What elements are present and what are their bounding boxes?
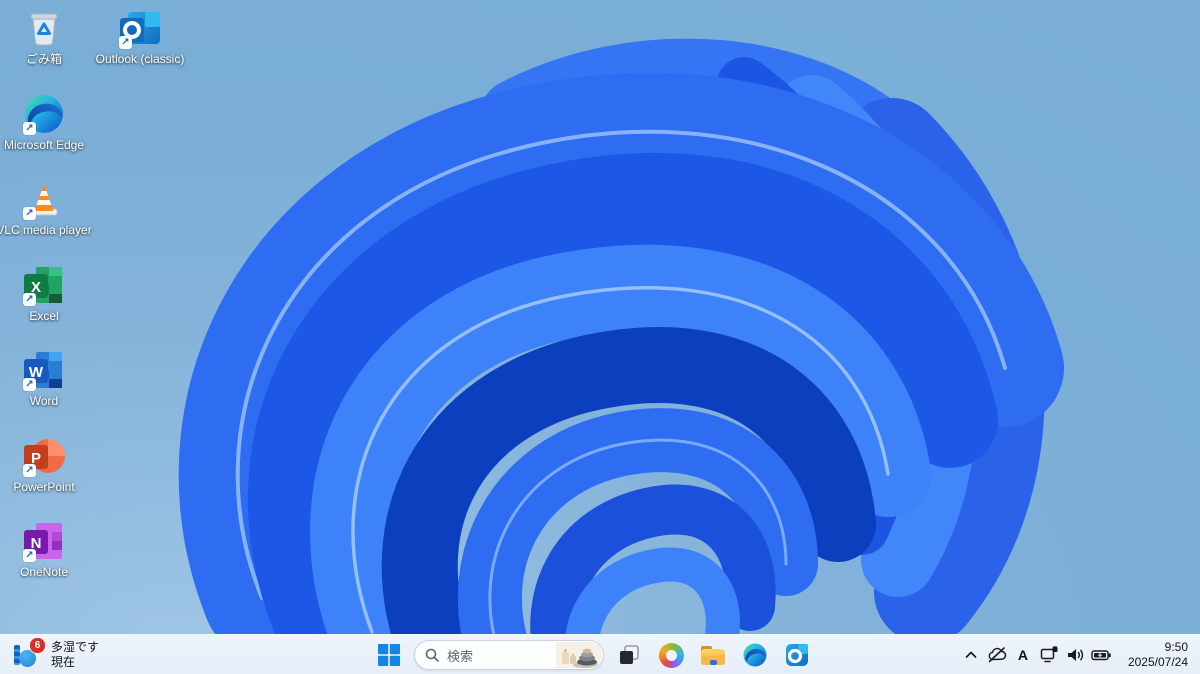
ethernet-network-icon [1040,646,1058,663]
edge-icon: ↗ [22,92,66,136]
desktop-icon-recycle-bin[interactable]: ごみ箱 [6,6,82,66]
battery-tray-button[interactable] [1088,635,1114,674]
shortcut-arrow-icon: ↗ [23,207,36,220]
widgets-weather-button[interactable]: 6 多湿です 現在 [0,635,111,674]
desktop: ごみ箱 ↗ Outlook (classic) ↗ Microsoft Edge… [0,0,1200,674]
file-explorer-icon [701,646,725,665]
desktop-icon-label: OneNote [19,565,69,579]
desktop-icon-onenote[interactable]: N ↗ OneNote [6,519,82,579]
outlook-taskbar-button[interactable] [780,638,814,672]
wallpaper-bloom-flower [178,38,1064,674]
powerpoint-icon: P ↗ [22,434,66,478]
desktop-icon-powerpoint[interactable]: P ↗ PowerPoint [6,434,82,494]
shortcut-arrow-icon: ↗ [23,122,36,135]
desktop-icon-label: Microsoft Edge [3,138,85,152]
word-icon: W ↗ [22,348,66,392]
weather-time-label: 現在 [51,655,76,669]
tray-date: 2025/07/24 [1127,655,1188,669]
hidden-icons-chevron[interactable] [958,635,984,674]
ime-mode-label: A [1017,647,1028,663]
weather-condition: 多湿です [51,640,100,654]
edge-icon [743,643,767,667]
windows-logo-icon [378,644,400,666]
taskbar-center: 検索 [372,637,814,673]
network-tray-button[interactable] [1036,635,1062,674]
tray-time: 9:50 [1164,640,1188,654]
vlc-icon: ↗ [22,177,66,221]
shortcut-arrow-icon: ↗ [119,36,132,49]
copilot-icon [658,642,684,668]
ime-mode-button[interactable]: A [1010,635,1036,674]
desktop-icon-outlook-classic[interactable]: ↗ Outlook (classic) [96,6,184,66]
desktop-icon-label: Excel [29,309,59,323]
excel-icon: X ↗ [22,263,66,307]
humidity-weather-icon: 6 [14,637,46,670]
file-explorer-button[interactable] [696,638,730,672]
onenote-icon: N ↗ [22,519,66,563]
search-highlight-image[interactable] [556,642,602,668]
speaker-icon [1067,649,1083,661]
search-box[interactable]: 検索 [414,640,604,670]
desktop-icon-word[interactable]: W ↗ Word [6,348,82,408]
search-icon [425,648,439,662]
volume-tray-button[interactable] [1062,635,1088,674]
recycle-bin-icon [22,6,66,50]
desktop-icon-label: Word [29,394,59,408]
weather-text: 多湿です 現在 [51,640,99,670]
desktop-icon-label: PowerPoint [13,480,75,494]
shortcut-arrow-icon: ↗ [23,549,36,562]
desktop-icon-microsoft-edge[interactable]: ↗ Microsoft Edge [3,92,85,152]
task-view-icon [620,645,639,664]
shortcut-arrow-icon: ↗ [23,378,36,391]
desktop-icon-label: VLC media player [0,223,92,237]
battery-charging-icon [1091,650,1111,661]
onedrive-tray-button[interactable] [984,635,1010,674]
taskbar: 6 多湿です 現在 検索 A 9:50 2025/07/24 [0,634,1200,674]
system-tray: A 9:50 2025/07/24 [958,635,1196,674]
task-view-button[interactable] [612,638,646,672]
search-placeholder: 検索 [447,648,474,664]
onedrive-slashed-cloud-icon [988,647,1007,663]
chevron-up-icon [965,651,977,658]
outlook-icon [786,644,808,666]
start-button[interactable] [372,638,406,672]
desktop-icon-vlc[interactable]: ↗ VLC media player [0,177,92,237]
notification-badge: 6 [29,637,46,654]
clock[interactable]: 9:50 2025/07/24 [1120,635,1196,674]
outlook-icon: ↗ [118,6,162,50]
edge-taskbar-button[interactable] [738,638,772,672]
shortcut-arrow-icon: ↗ [23,464,36,477]
copilot-button[interactable] [654,638,688,672]
desktop-icon-excel[interactable]: X ↗ Excel [6,263,82,323]
desktop-icon-label: ごみ箱 [25,52,62,66]
desktop-icon-label: Outlook (classic) [95,52,185,66]
shortcut-arrow-icon: ↗ [23,293,36,306]
